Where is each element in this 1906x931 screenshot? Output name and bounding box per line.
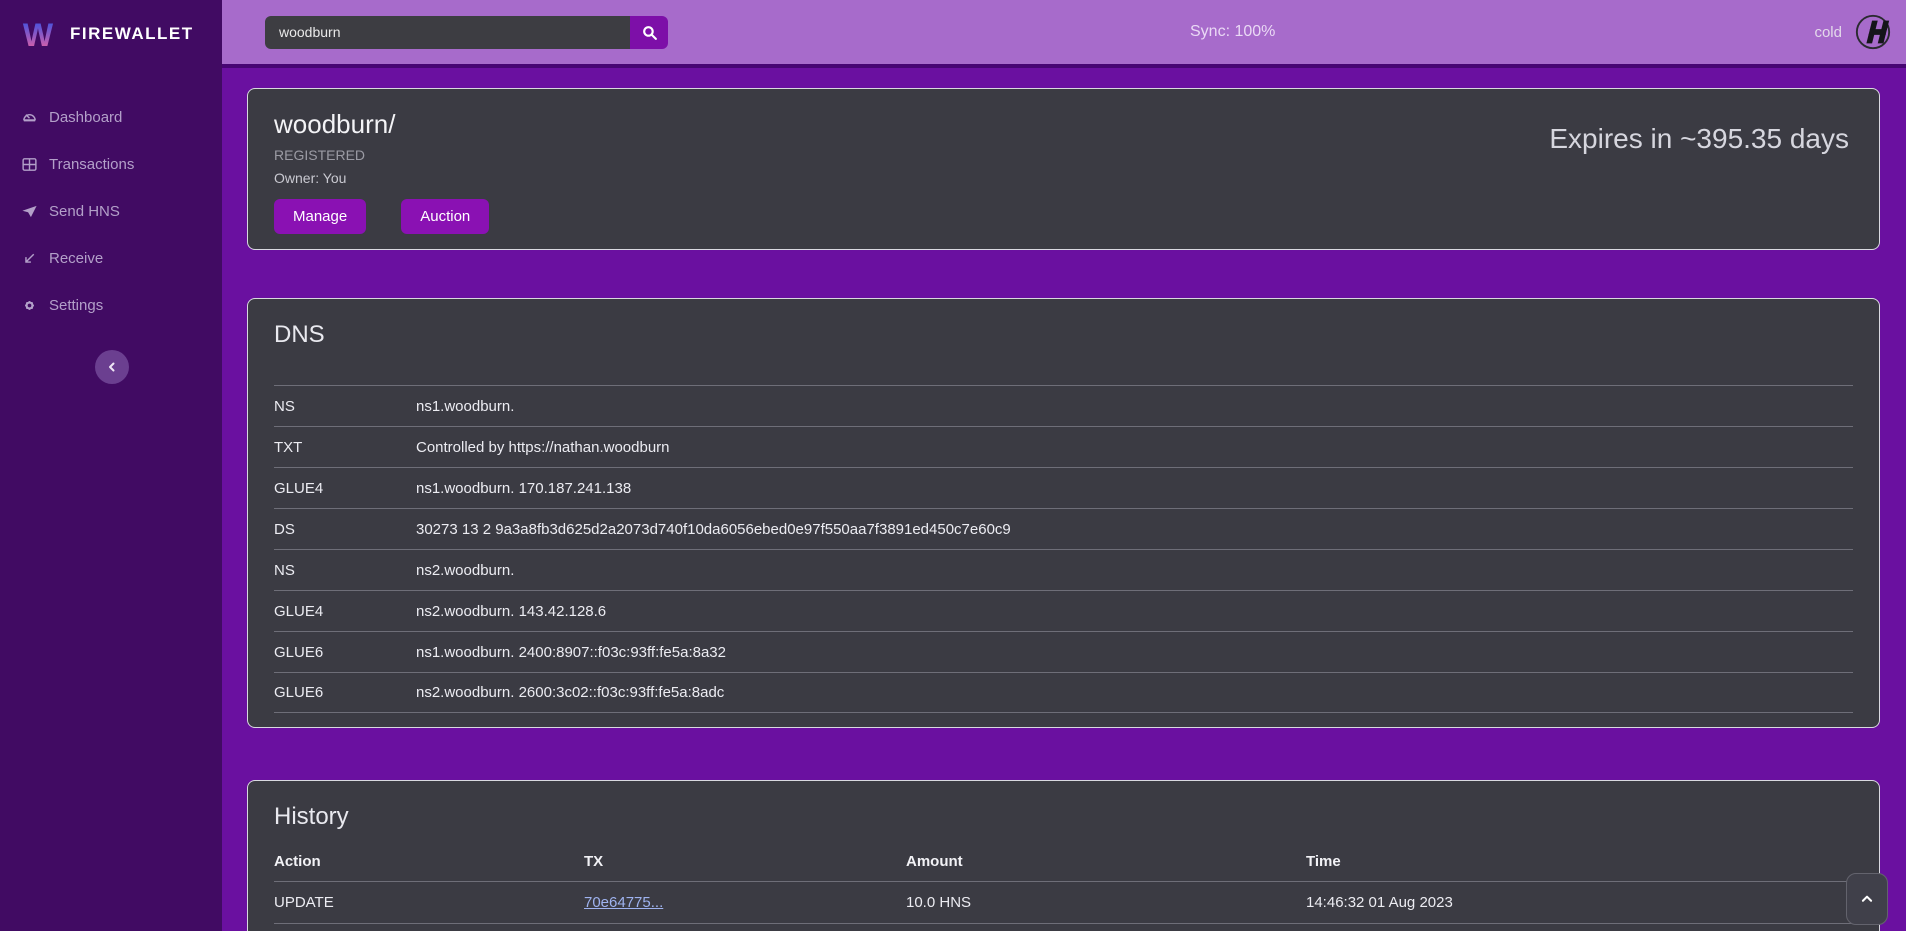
dns-record-type: DS bbox=[274, 521, 416, 538]
main-area: Sync: 100% cold woodburn/ REGISTERED bbox=[222, 0, 1906, 931]
wallet-name: cold bbox=[1814, 24, 1842, 41]
chevron-up-icon bbox=[1860, 892, 1874, 906]
dns-title: DNS bbox=[274, 321, 1853, 349]
dns-record-type: GLUE6 bbox=[274, 684, 416, 701]
domain-name: woodburn/ bbox=[274, 109, 489, 140]
domain-owner: Owner: You bbox=[274, 170, 489, 186]
column-header-time: Time bbox=[1306, 853, 1853, 870]
history-action: UPDATE bbox=[274, 894, 584, 911]
history-row: UPDATE 70e64775... 10.0 HNS 14:46:32 01 … bbox=[274, 881, 1853, 923]
sidebar-item-label: Settings bbox=[49, 297, 103, 314]
dns-record-row: GLUE6 ns2.woodburn. 2600:3c02::f03c:93ff… bbox=[274, 672, 1853, 713]
history-row: RENEW d73b64... 10.0 HNS 15:17:38 07 Feb… bbox=[274, 923, 1853, 931]
dns-record-value: Controlled by https://nathan.woodburn bbox=[416, 439, 1853, 456]
wallet-switcher[interactable]: cold bbox=[1814, 0, 1892, 64]
history-time: 14:46:32 01 Aug 2023 bbox=[1306, 894, 1853, 911]
app-title: FIREWALLET bbox=[70, 24, 194, 44]
dns-record-value: ns2.woodburn. 143.42.128.6 bbox=[416, 603, 1853, 620]
tx-link[interactable]: 70e64775... bbox=[584, 894, 663, 911]
sidebar-item-label: Dashboard bbox=[49, 109, 122, 126]
svg-text:W: W bbox=[23, 17, 54, 53]
dns-record-type: GLUE4 bbox=[274, 480, 416, 497]
dns-card: DNS NS ns1.woodburn. TXT Controlled by h… bbox=[247, 298, 1880, 728]
dns-record-type: NS bbox=[274, 562, 416, 579]
search-icon bbox=[641, 24, 658, 41]
dns-table: NS ns1.woodburn. TXT Controlled by https… bbox=[274, 385, 1853, 713]
gauge-icon bbox=[21, 109, 38, 126]
top-header: Sync: 100% cold bbox=[222, 0, 1906, 64]
sidebar-nav: Dashboard Transactions Send HNS Receive bbox=[0, 94, 222, 329]
sidebar-item-label: Transactions bbox=[49, 156, 134, 173]
sidebar-item-send-hns[interactable]: Send HNS bbox=[0, 188, 222, 235]
column-header-amount: Amount bbox=[906, 853, 1306, 870]
dns-record-type: NS bbox=[274, 398, 416, 415]
receive-arrow-icon bbox=[21, 250, 38, 267]
dns-record-row: TXT Controlled by https://nathan.woodbur… bbox=[274, 426, 1853, 467]
dns-record-type: GLUE4 bbox=[274, 603, 416, 620]
history-table: Action TX Amount Time UPDATE 70e64775...… bbox=[274, 841, 1853, 931]
firewallet-logo-icon: W bbox=[18, 14, 58, 54]
history-card: History Action TX Amount Time UPDATE 70e… bbox=[247, 780, 1880, 931]
search-button[interactable] bbox=[630, 16, 668, 49]
send-icon bbox=[21, 203, 38, 220]
search-input[interactable] bbox=[265, 16, 630, 49]
column-header-tx: TX bbox=[584, 853, 906, 870]
domain-status: REGISTERED bbox=[274, 147, 489, 163]
dns-record-value: ns1.woodburn. 2400:8907::f03c:93ff:fe5a:… bbox=[416, 644, 1853, 661]
dns-record-row: DS 30273 13 2 9a3a8fb3d625d2a2073d740f10… bbox=[274, 508, 1853, 549]
dns-record-row: GLUE4 ns2.woodburn. 143.42.128.6 bbox=[274, 590, 1853, 631]
sync-status: Sync: 100% bbox=[1190, 23, 1275, 41]
sidebar-item-receive[interactable]: Receive bbox=[0, 235, 222, 282]
dns-record-row: NS ns1.woodburn. bbox=[274, 385, 1853, 426]
expiry-info: Expires in ~395.35 days bbox=[1549, 123, 1849, 249]
history-amount: 10.0 HNS bbox=[906, 894, 1306, 911]
dns-record-value: ns1.woodburn. bbox=[416, 398, 1853, 415]
sidebar-item-settings[interactable]: Settings bbox=[0, 282, 222, 329]
column-header-action: Action bbox=[274, 853, 584, 870]
dns-record-row: GLUE4 ns1.woodburn. 170.187.241.138 bbox=[274, 467, 1853, 508]
dns-record-value: ns1.woodburn. 170.187.241.138 bbox=[416, 480, 1853, 497]
gear-icon bbox=[21, 297, 38, 314]
history-header-row: Action TX Amount Time bbox=[274, 841, 1853, 881]
sidebar-item-dashboard[interactable]: Dashboard bbox=[0, 94, 222, 141]
sidebar-item-label: Send HNS bbox=[49, 203, 120, 220]
history-title: History bbox=[274, 803, 1853, 831]
dns-record-type: GLUE6 bbox=[274, 644, 416, 661]
dns-record-value: ns2.woodburn. bbox=[416, 562, 1853, 579]
table-icon bbox=[21, 156, 38, 173]
dns-record-row: GLUE6 ns1.woodburn. 2400:8907::f03c:93ff… bbox=[274, 631, 1853, 672]
scroll-to-top-button[interactable] bbox=[1846, 873, 1888, 925]
dns-record-value: 30273 13 2 9a3a8fb3d625d2a2073d740f10da6… bbox=[416, 521, 1853, 538]
search-group bbox=[265, 16, 668, 49]
sidebar-item-label: Receive bbox=[49, 250, 103, 267]
handshake-logo-icon bbox=[1854, 13, 1892, 51]
manage-button[interactable]: Manage bbox=[274, 199, 366, 234]
domain-overview-card: woodburn/ REGISTERED Owner: You Manage A… bbox=[247, 88, 1880, 250]
dns-record-type: TXT bbox=[274, 439, 416, 456]
chevron-left-icon bbox=[106, 361, 118, 373]
sidebar-item-transactions[interactable]: Transactions bbox=[0, 141, 222, 188]
auction-button[interactable]: Auction bbox=[401, 199, 489, 234]
dns-record-value: ns2.woodburn. 2600:3c02::f03c:93ff:fe5a:… bbox=[416, 684, 1853, 701]
page-content: woodburn/ REGISTERED Owner: You Manage A… bbox=[222, 68, 1906, 931]
sidebar: W FIREWALLET Dashboard Transactions Send… bbox=[0, 0, 222, 931]
dns-record-row: NS ns2.woodburn. bbox=[274, 549, 1853, 590]
sidebar-collapse-button[interactable] bbox=[95, 350, 129, 384]
app-logo: W FIREWALLET bbox=[0, 0, 222, 68]
